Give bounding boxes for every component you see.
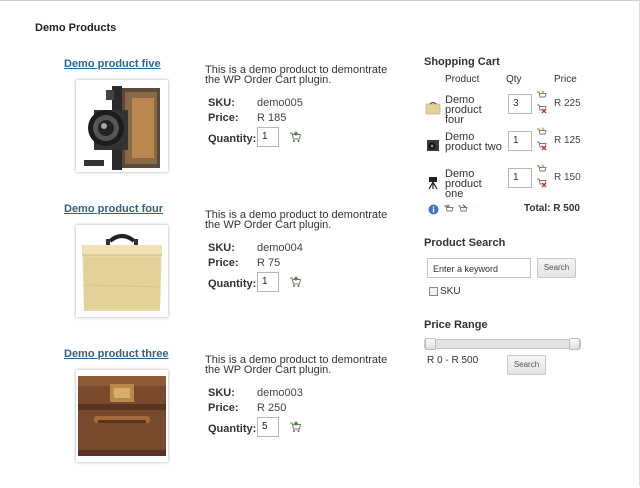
quantity-label: Quantity: [208, 423, 257, 435]
sku-label: SKU: [208, 242, 235, 254]
remove-from-cart-icon[interactable] [536, 103, 547, 114]
product-description: This is a demo product to demontrate the… [205, 209, 388, 231]
product-image-suitcase[interactable] [76, 370, 168, 462]
quantity-label: Quantity: [208, 278, 257, 290]
search-title: Product Search [424, 237, 506, 249]
cart-qty-input[interactable]: 3 [508, 94, 532, 114]
add-to-cart-icon[interactable] [289, 421, 301, 433]
price-value: R 75 [257, 257, 281, 269]
cart-item-name: Demo product two [445, 131, 502, 153]
product-title-link[interactable]: Demo product four [64, 203, 163, 215]
product-card: Demo product five This is a demo product… [64, 58, 404, 198]
product-image-case[interactable] [76, 225, 168, 317]
sku-label: SKU: [208, 97, 235, 109]
cart-item-name: Demo product four [445, 94, 482, 126]
update-cart-icon[interactable] [536, 127, 547, 138]
top-border [0, 0, 640, 1]
cart-item-price: R 150 [554, 172, 581, 183]
checkout-icon[interactable] [457, 202, 468, 213]
product-description: This is a demo product to demontrate the… [205, 64, 388, 86]
product-title-link[interactable]: Demo product three [64, 348, 169, 360]
cart-item: Demo product two 1 R 125 [424, 127, 584, 163]
cart-qty-input[interactable]: 1 [508, 168, 532, 188]
sku-value: demo003 [257, 387, 303, 399]
quantity-input[interactable]: 1 [257, 127, 279, 147]
cart-qty-input[interactable]: 1 [508, 131, 532, 151]
product-description: This is a demo product to demontrate the… [205, 354, 388, 376]
page-title: Demo Products [35, 22, 117, 34]
quantity-input[interactable]: 5 [257, 417, 279, 437]
product-image-camera[interactable] [76, 80, 168, 172]
folding-camera-icon [76, 80, 168, 172]
price-label: Price: [208, 112, 239, 124]
cart-item: Demo product one 1 R 150 [424, 164, 584, 200]
sku-checkbox[interactable] [429, 287, 438, 296]
quantity-input[interactable]: 1 [257, 272, 279, 292]
cart-total: Total: R 500 [524, 203, 580, 214]
add-to-cart-icon[interactable] [289, 131, 301, 143]
price-range-readout: R 0 - R 500 [427, 355, 479, 366]
wooden-case-icon [76, 225, 168, 317]
price-range-title: Price Range [424, 319, 488, 331]
update-cart-icon[interactable] [536, 90, 547, 101]
sku-checkbox-label: SKU [440, 286, 461, 297]
sku-label: SKU: [208, 387, 235, 399]
leather-suitcase-icon [76, 370, 168, 462]
shopping-cart: Shopping Cart Product Qty Price Demo pro… [424, 56, 584, 215]
remove-from-cart-icon[interactable] [536, 177, 547, 188]
product-title-link[interactable]: Demo product five [64, 58, 161, 70]
price-label: Price: [208, 402, 239, 414]
camera-thumb-icon [427, 140, 439, 151]
product-card: Demo product three This is a demo produc… [64, 348, 404, 488]
slider-handle-min[interactable] [425, 338, 436, 350]
cart-item-price: R 125 [554, 135, 581, 146]
price-label: Price: [208, 257, 239, 269]
cart-header-price: Price [554, 74, 577, 85]
box-thumb-icon [425, 102, 441, 115]
slider-handle-max[interactable] [569, 338, 580, 350]
tripod-thumb-icon [428, 177, 438, 190]
quantity-label: Quantity: [208, 133, 257, 145]
empty-cart-icon[interactable] [443, 202, 454, 213]
slider-selected-range [430, 340, 575, 348]
price-value: R 250 [257, 402, 287, 414]
price-value: R 185 [257, 112, 287, 124]
add-to-cart-icon[interactable] [289, 276, 301, 288]
update-cart-icon[interactable] [536, 164, 547, 175]
remove-from-cart-icon[interactable] [536, 140, 547, 151]
cart-title: Shopping Cart [424, 56, 500, 68]
keyword-search-input[interactable]: Enter a keyword [427, 258, 531, 278]
cart-header-product: Product [445, 74, 480, 85]
cart-item: Demo product four 3 R 225 [424, 90, 584, 126]
cart-item-price: R 225 [554, 98, 581, 109]
price-range-search-button[interactable]: Search [507, 355, 546, 375]
cart-item-name: Demo product one [445, 168, 482, 200]
price-range-slider[interactable] [424, 338, 581, 350]
sku-value: demo004 [257, 242, 303, 254]
product-card: Demo product four This is a demo product… [64, 203, 404, 343]
sku-value: demo005 [257, 97, 303, 109]
cart-header-qty: Qty [506, 74, 522, 85]
info-icon[interactable] [428, 202, 439, 215]
search-button[interactable]: Search [537, 258, 576, 278]
